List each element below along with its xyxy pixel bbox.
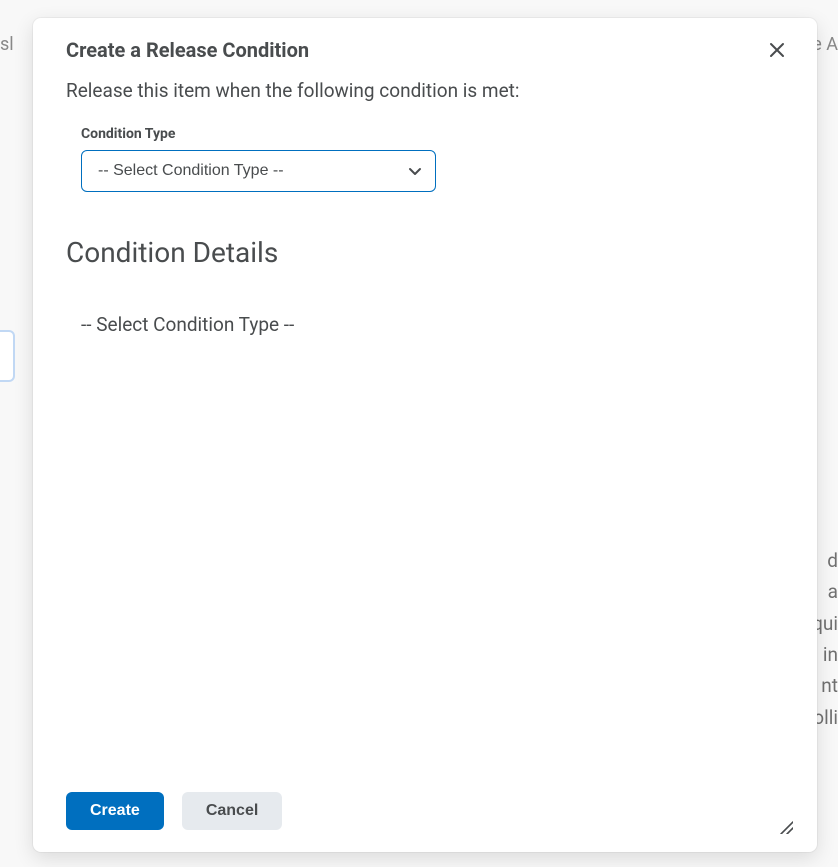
condition-type-label: Condition Type [81, 126, 784, 142]
close-icon [769, 42, 785, 61]
create-button[interactable]: Create [66, 792, 164, 830]
close-button[interactable] [765, 38, 789, 65]
release-condition-modal: Create a Release Condition Release this … [33, 18, 817, 852]
modal-body: Condition Type -- Select Condition Type … [33, 102, 817, 774]
condition-details-heading: Condition Details [66, 236, 784, 269]
condition-type-selected-value: -- Select Condition Type -- [98, 162, 284, 180]
condition-type-select[interactable]: -- Select Condition Type -- [81, 150, 436, 192]
resize-handle[interactable] [777, 818, 793, 834]
modal-title: Create a Release Condition [66, 38, 309, 62]
cancel-button[interactable]: Cancel [182, 792, 282, 830]
resize-icon [777, 818, 793, 834]
modal-header: Create a Release Condition [33, 18, 817, 65]
modal-subtitle: Release this item when the following con… [33, 65, 817, 102]
modal-footer: Create Cancel [33, 774, 817, 852]
condition-details-placeholder: -- Select Condition Type -- [81, 313, 784, 336]
condition-type-select-wrapper: -- Select Condition Type -- [81, 150, 436, 192]
